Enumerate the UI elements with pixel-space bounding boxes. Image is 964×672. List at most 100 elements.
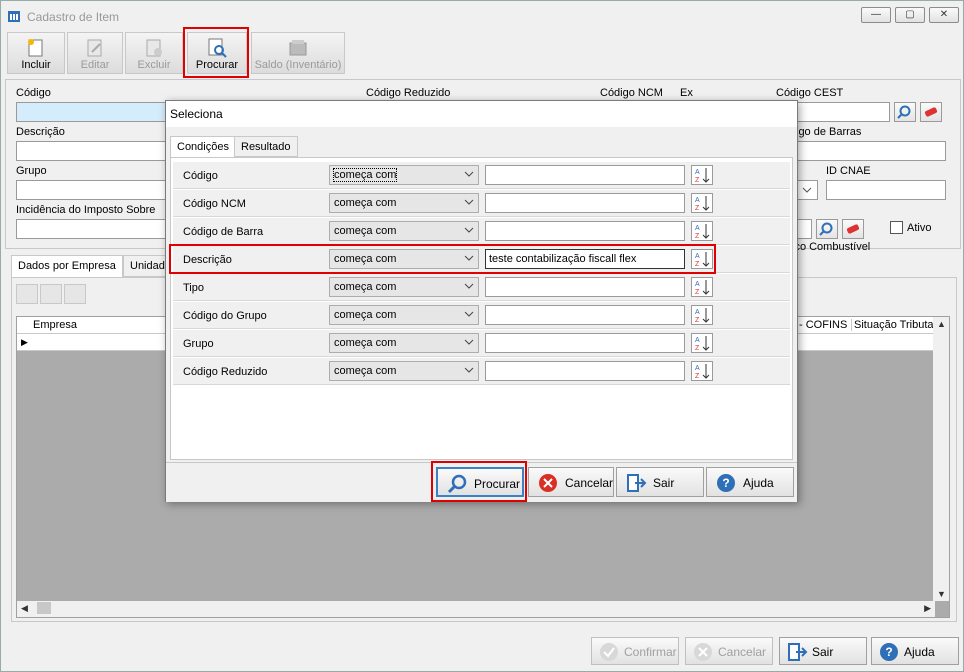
condition-row-grupo: Grupo começa com AZ [173,330,790,357]
condition-label: Código de Barra [183,226,264,238]
incidencia-search-button[interactable] [816,219,838,239]
dialog-procurar-button[interactable]: Procurar [436,467,524,497]
editar-label: Editar [80,59,110,71]
editar-button[interactable]: Editar [67,32,123,74]
excluir-button[interactable]: Excluir [125,32,183,74]
operator-select[interactable]: começa com [329,361,479,381]
ajuda-button[interactable]: ? Ajuda [871,637,959,665]
operator-value: começa com [334,253,397,265]
chevron-down-icon [802,187,812,193]
cest-search-button[interactable] [894,102,916,122]
id-cnae-input[interactable] [826,180,946,200]
help-icon: ? [717,474,735,492]
svg-text:?: ? [885,645,892,659]
tab-dados-empresa[interactable]: Dados por Empresa [11,255,123,277]
dialog-ajuda-button[interactable]: ? Ajuda [706,467,794,497]
condition-value-input[interactable]: teste contabilização fiscall flex [485,249,685,269]
scroll-right-icon[interactable]: ▶ [924,603,931,614]
operator-select[interactable]: começa com [329,333,479,353]
ativo-checkbox[interactable] [890,221,903,234]
scroll-down-icon[interactable]: ▼ [937,589,946,599]
operator-value: começa com [334,365,397,377]
codigo-label: Código [16,87,51,99]
edit-row-button[interactable] [40,284,62,304]
close-button[interactable]: ✕ [929,7,959,23]
ex-label: Ex [680,87,693,99]
incidencia-code-input[interactable] [796,219,812,239]
delete-icon [146,39,162,57]
condition-value-input[interactable] [485,277,685,297]
incidencia-input[interactable] [16,219,166,239]
col-situacao-tributaria[interactable]: Situação Tributa [851,319,934,331]
minimize-button[interactable]: — [861,7,891,23]
svg-text:?: ? [722,476,729,490]
cancel-icon [539,474,557,492]
dialog-sair-button[interactable]: Sair [616,467,704,497]
codigo-cest-input[interactable] [796,102,890,122]
col-cofins[interactable]: - COFINS [799,319,847,331]
operator-select[interactable]: começa com [329,277,479,297]
dialog-procurar-label: Procurar [474,477,521,491]
scroll-left-icon[interactable]: ◀ [21,603,28,614]
grupo-input[interactable] [16,180,166,200]
operator-select[interactable]: começa com [329,249,479,269]
sort-az-button[interactable]: AZ [691,193,713,213]
condition-value-input[interactable] [485,193,685,213]
cest-clear-button[interactable] [920,102,942,122]
incidencia-clear-button[interactable] [842,219,864,239]
condition-label: Código Reduzido [183,366,268,378]
maximize-button[interactable]: ▢ [895,7,925,23]
delete-row-button[interactable] [64,284,86,304]
edit-icon [87,39,102,57]
operator-select[interactable]: começa com [329,165,479,185]
scroll-up-icon[interactable]: ▲ [937,319,946,329]
sair-button[interactable]: Sair [779,637,867,665]
operator-select[interactable]: começa com [329,193,479,213]
tab-resultado[interactable]: Resultado [234,136,298,157]
help-icon: ? [880,643,898,661]
confirmar-button[interactable]: Confirmar [591,637,679,665]
scroll-thumb[interactable] [37,602,51,614]
operator-select[interactable]: começa com [329,305,479,325]
procurar-button[interactable]: Procurar [187,32,247,74]
incluir-button[interactable]: Incluir [7,32,65,74]
operator-select[interactable]: começa com [329,221,479,241]
codigo-barras-label: igo de Barras [796,126,862,138]
sort-az-button[interactable]: AZ [691,249,713,269]
vertical-scrollbar[interactable]: ▲ ▼ [933,317,949,601]
sort-az-button[interactable]: AZ [691,333,713,353]
sort-az-button[interactable]: AZ [691,165,713,185]
tab-condicoes[interactable]: Condições [170,136,236,158]
horizontal-scrollbar[interactable]: ◀ ▶ [17,601,935,617]
condition-label: Código NCM [183,198,246,210]
col-empresa[interactable]: Empresa [33,319,77,331]
search-icon [819,222,833,236]
condition-row-descricao: Descrição começa com teste contabilizaçã… [173,246,790,273]
saldo-inventario-button[interactable]: Saldo (Inventário) [251,32,345,74]
condition-value-input[interactable] [485,333,685,353]
cancelar-button[interactable]: Cancelar [685,637,773,665]
sort-az-icon: AZ [695,308,710,324]
condition-value-input[interactable] [485,221,685,241]
add-row-button[interactable] [16,284,38,304]
codigo-reduzido-label: Código Reduzido [366,87,451,99]
grupo-dropdown[interactable] [796,180,818,200]
sort-az-button[interactable]: AZ [691,305,713,325]
sort-az-button[interactable]: AZ [691,221,713,241]
saldo-label: Saldo (Inventário) [254,59,342,71]
codigo-input[interactable] [16,102,166,122]
condition-value-input[interactable] [485,305,685,325]
codigo-barras-input[interactable] [796,141,946,161]
excluir-label: Excluir [137,59,171,71]
sort-az-button[interactable]: AZ [691,277,713,297]
search-document-icon [208,38,227,58]
dialog-cancelar-button[interactable]: Cancelar [528,467,614,497]
condition-value-input[interactable] [485,165,685,185]
condition-value-input[interactable] [485,361,685,381]
sort-az-button[interactable]: AZ [691,361,713,381]
condition-row-codigo-barra: Código de Barra começa com AZ [173,218,790,245]
condition-row-codigo-reduzido: Código Reduzido começa com AZ [173,358,790,385]
chevron-down-icon [464,339,474,345]
codigo-ncm-label: Código NCM [600,87,663,99]
descricao-input[interactable] [16,141,166,161]
